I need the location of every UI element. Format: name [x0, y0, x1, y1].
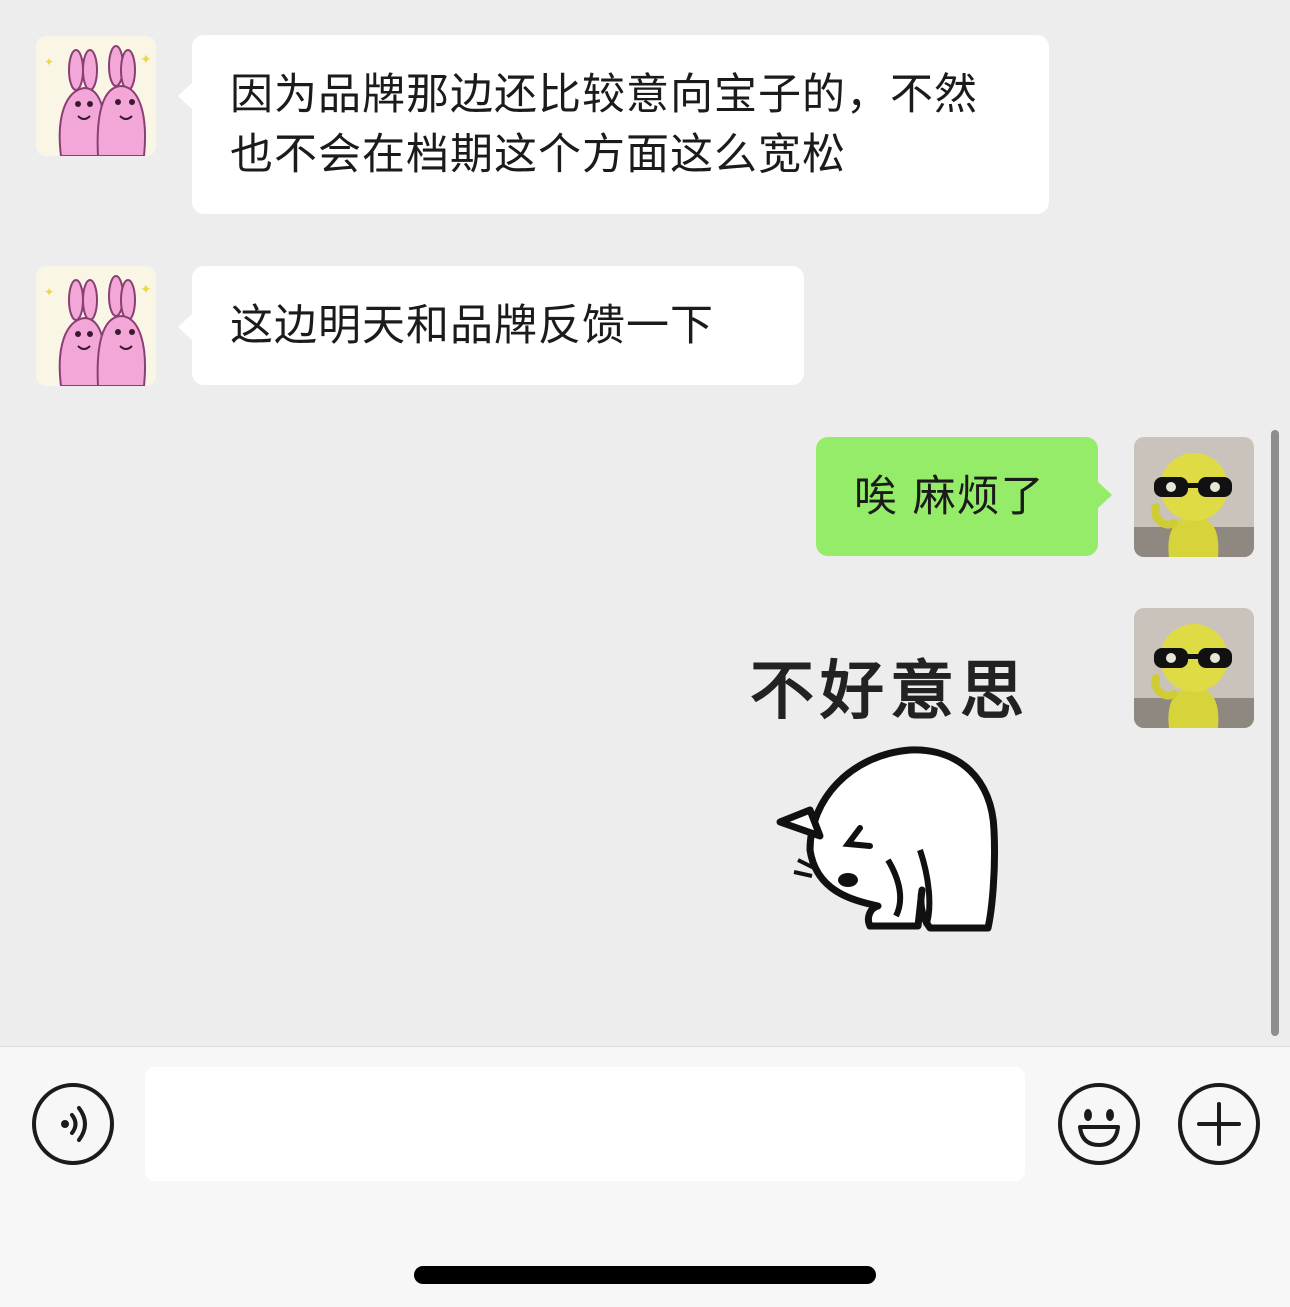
message-bubble-outgoing[interactable]: 唉 麻烦了: [816, 437, 1112, 556]
input-bar: [0, 1046, 1290, 1307]
svg-text:✦: ✦: [44, 55, 54, 69]
voice-icon: [61, 1106, 87, 1142]
plus-button[interactable]: [1178, 1083, 1260, 1165]
svg-text:✦: ✦: [140, 282, 152, 298]
message-input[interactable]: [145, 1067, 1025, 1181]
message-text: 因为品牌那边还比较意向宝子的，不然也不会在档期这个方面这么宽松: [230, 70, 978, 180]
message-bubble-incoming[interactable]: 这边明天和品牌反馈一下: [178, 266, 804, 385]
chat-area[interactable]: ✦ ✦ 因为品牌那边还比较意向宝子的，不然也不会在档期这个方面这么宽松 ✦ ✦ …: [0, 0, 1290, 1046]
message-text: 这边明天和品牌反馈一下: [230, 301, 714, 351]
svg-text:✦: ✦: [44, 285, 54, 299]
pink-rabbits-avatar[interactable]: ✦ ✦: [36, 36, 156, 156]
sticker-caption: 不好意思: [750, 655, 1030, 729]
scrollbar[interactable]: [1271, 430, 1279, 1036]
bowing-cat-sticker: [776, 746, 999, 932]
home-indicator[interactable]: [414, 1266, 876, 1284]
plus-icon: [1197, 1102, 1241, 1146]
pink-rabbits-avatar[interactable]: ✦ ✦: [36, 266, 156, 386]
message-text: 唉 麻烦了: [854, 472, 1045, 522]
emoji-icon: [1078, 1109, 1120, 1147]
message-bubble-incoming[interactable]: 因为品牌那边还比较意向宝子的，不然也不会在档期这个方面这么宽松: [178, 35, 1049, 214]
voice-button[interactable]: [32, 1083, 114, 1165]
emoji-button[interactable]: [1058, 1083, 1140, 1165]
yellow-figure-glasses-avatar[interactable]: [1134, 608, 1254, 728]
svg-text:✦: ✦: [140, 52, 152, 68]
yellow-figure-glasses-avatar[interactable]: [1134, 437, 1254, 557]
